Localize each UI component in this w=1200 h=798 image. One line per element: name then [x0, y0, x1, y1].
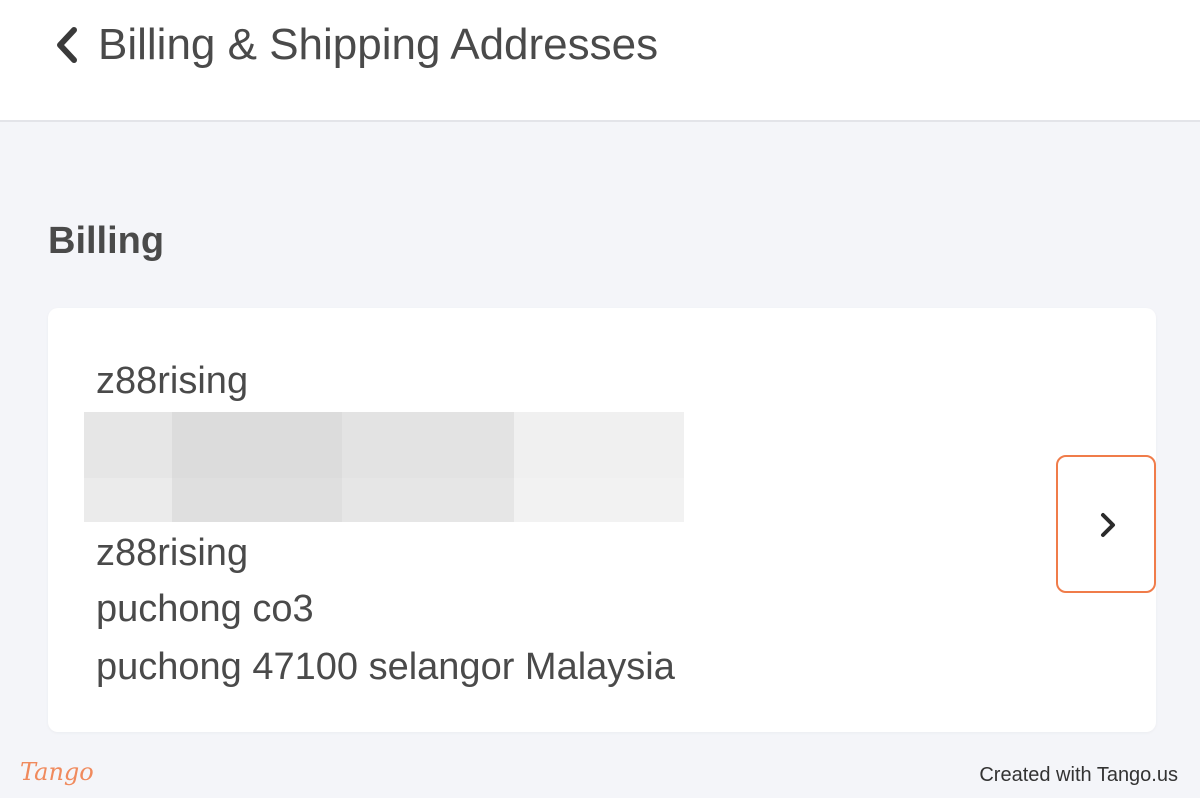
footer: Tango Created with Tango.us — [0, 752, 1200, 798]
billing-address-card[interactable]: z88rising z88rising puchong co3 puchong … — [48, 308, 1156, 732]
footer-credit: Created with Tango.us — [979, 764, 1178, 786]
app-header: Billing & Shipping Addresses — [0, 0, 1200, 122]
redacted-block — [84, 412, 684, 522]
address-name: z88rising — [96, 360, 249, 402]
chevron-left-icon[interactable] — [52, 26, 82, 64]
address-company: z88rising — [96, 532, 249, 574]
billing-section-heading: Billing — [48, 220, 165, 262]
address-street: puchong co3 — [96, 588, 314, 630]
page-title: Billing & Shipping Addresses — [98, 20, 659, 69]
address-city: puchong 47100 selangor Malaysia — [96, 646, 675, 688]
chevron-right-icon — [1101, 513, 1115, 537]
open-billing-address-button[interactable] — [1056, 455, 1156, 593]
tango-logo: Tango — [20, 758, 94, 786]
